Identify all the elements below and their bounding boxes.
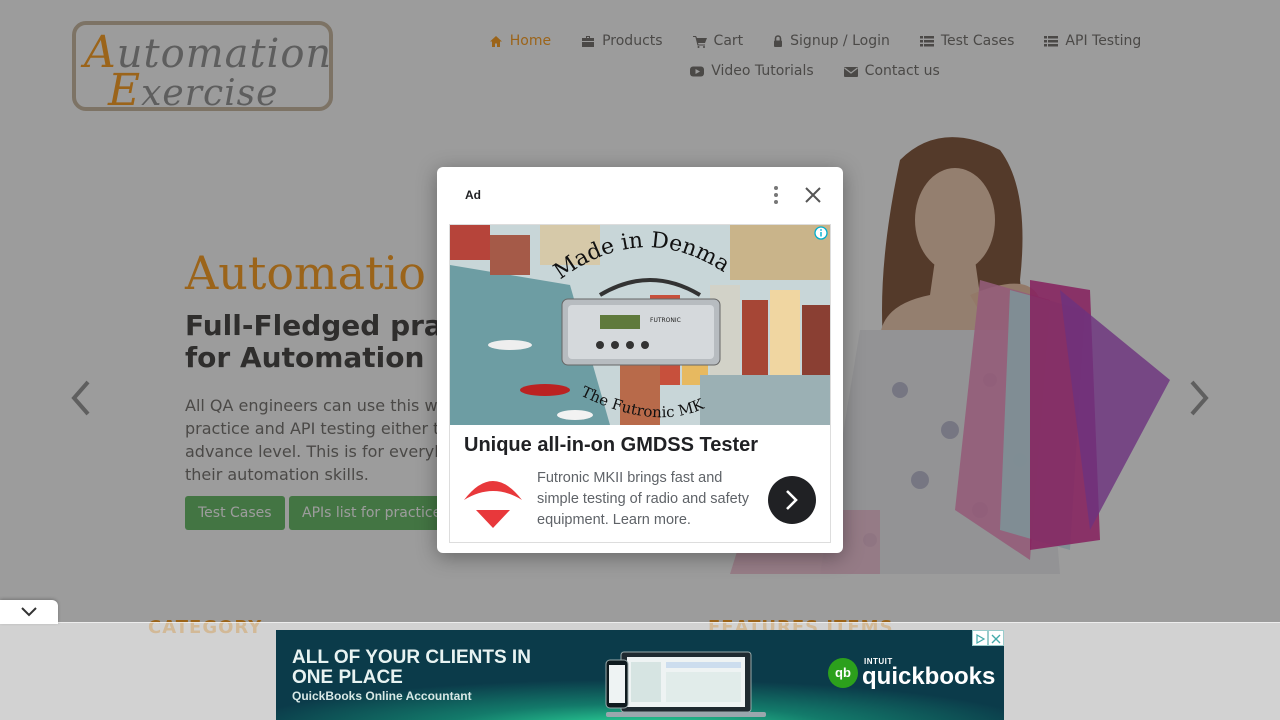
ad-open-button[interactable]: [768, 476, 816, 524]
chevron-down-icon: [21, 607, 37, 617]
adchoices-icon[interactable]: [972, 630, 988, 646]
ad-close-button[interactable]: [803, 185, 823, 205]
quickbooks-logo: qb: [828, 658, 858, 688]
ad-dialog: Ad Made in Denma FUTRONIC The Futronic M…: [437, 167, 843, 553]
banner-close-icon[interactable]: [988, 630, 1004, 646]
ad-advertiser-logo: [464, 481, 522, 528]
banner-subline: QuickBooks Online Accountant: [292, 689, 472, 703]
ad-label: Ad: [465, 188, 481, 202]
quickbooks-banner-ad[interactable]: ALL OF YOUR CLIENTS IN ONE PLACE QuickBo…: [276, 630, 1004, 720]
ad-creative[interactable]: Made in Denmark FUTRONIC The Futronic MK…: [449, 224, 831, 543]
ad-headline[interactable]: Unique all-in-on GMDSS Tester: [464, 434, 758, 457]
ad-product-image[interactable]: Made in Denmark FUTRONIC The Futronic MK…: [450, 225, 830, 425]
anchor-ad-collapse-button[interactable]: [0, 600, 58, 624]
chevron-right-icon: [786, 490, 798, 510]
more-vert-icon: [774, 186, 778, 204]
quickbooks-wordmark: quickbooks: [862, 663, 996, 690]
ad-info-icon[interactable]: [814, 226, 828, 240]
banner-headline: ALL OF YOUR CLIENTS IN ONE PLACE: [292, 647, 531, 688]
ad-body-text: Futronic MKII brings fast and simple tes…: [537, 470, 749, 528]
device-brand-label: FUTRONIC: [650, 317, 681, 324]
close-icon: [805, 187, 821, 203]
ad-options-button[interactable]: [769, 184, 783, 206]
